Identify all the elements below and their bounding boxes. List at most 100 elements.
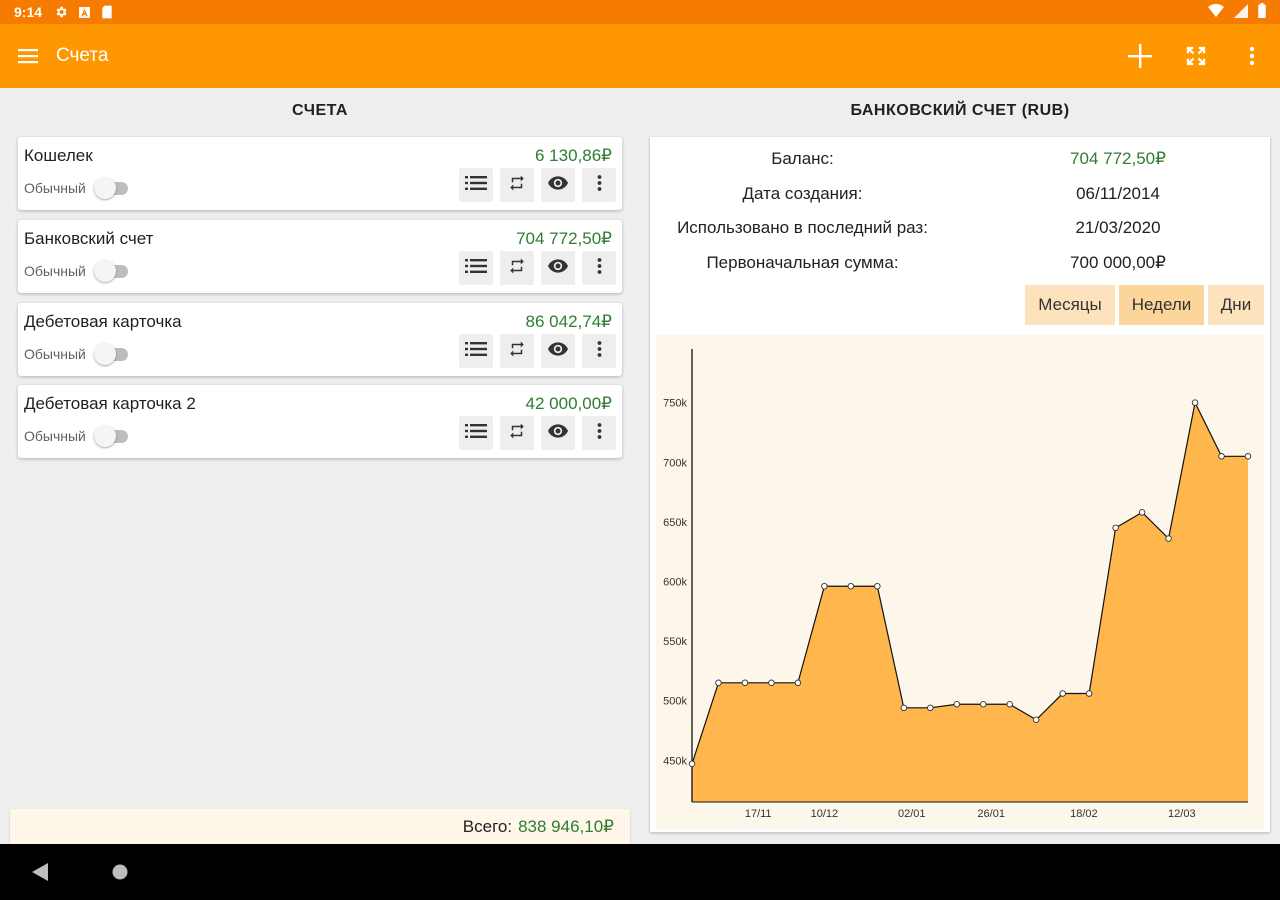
period-days-button[interactable]: Дни	[1208, 285, 1264, 325]
chart-y-tick-label: 700k	[663, 457, 687, 469]
visibility-button[interactable]	[541, 168, 575, 202]
repeat-icon	[508, 174, 526, 197]
accounts-panel-title: СЧЕТА	[292, 102, 348, 119]
account-more-button[interactable]	[582, 251, 616, 285]
chart-data-point	[821, 582, 828, 590]
wifi-icon	[1208, 3, 1224, 21]
visibility-button[interactable]	[541, 251, 575, 285]
menu-icon[interactable]	[0, 24, 56, 88]
chart-x-tick-label: 26/01	[977, 808, 1005, 820]
account-card[interactable]: Кошелек 6 130,86₽ Обычный	[18, 137, 622, 210]
navigation-bar	[0, 844, 1280, 900]
status-time: 9:14	[14, 4, 43, 20]
visibility-button[interactable]	[541, 334, 575, 368]
account-name: Дебетовая карточка 2	[24, 394, 196, 413]
add-icon[interactable]	[1112, 24, 1168, 88]
chart-data-point	[1218, 453, 1225, 460]
account-card[interactable]: Дебетовая карточка 86 042,74₽ Обычный	[18, 303, 622, 376]
chart-x-tick-label: 10/12	[811, 808, 839, 820]
fullscreen-icon[interactable]	[1168, 24, 1224, 88]
account-amount: 42 000,00₽	[525, 394, 612, 413]
account-type-toggle[interactable]	[94, 343, 128, 365]
list-icon	[465, 423, 487, 443]
chart-data-point	[1165, 535, 1172, 542]
chart-y-tick-label: 550k	[663, 636, 687, 648]
account-more-button[interactable]	[582, 334, 616, 368]
info-value: 704 772,50₽	[1070, 149, 1166, 168]
more-vert-icon[interactable]	[1224, 24, 1280, 88]
account-card[interactable]: Банковский счет 704 772,50₽ Обычный	[18, 220, 622, 293]
info-row-balance: Баланс: 704 772,50₽	[650, 149, 1270, 177]
list-icon	[465, 175, 487, 195]
info-row-last-used: Использовано в последний раз: 21/03/2020	[650, 218, 1270, 246]
eye-icon	[548, 341, 568, 361]
chart-data-point	[953, 700, 961, 708]
account-type-label: Обычный	[24, 346, 86, 362]
account-more-button[interactable]	[582, 416, 616, 450]
transactions-list-button[interactable]	[459, 416, 493, 450]
chart-data-point	[927, 704, 934, 712]
info-row-created: Дата создания: 06/11/2014	[650, 184, 1270, 212]
chart-data-point	[715, 679, 722, 687]
transactions-list-button[interactable]	[459, 251, 493, 285]
transactions-list-button[interactable]	[459, 168, 493, 202]
account-more-button[interactable]	[582, 168, 616, 202]
period-months-button[interactable]: Месяцы	[1025, 285, 1115, 325]
chart-area-fill	[692, 402, 1248, 802]
info-label: Использовано в последний раз:	[677, 218, 928, 237]
home-icon[interactable]	[80, 844, 160, 900]
transfer-button[interactable]	[500, 416, 534, 450]
account-type-toggle[interactable]	[94, 260, 128, 282]
chart-x-tick-label: 12/03	[1168, 808, 1196, 820]
info-label: Баланс:	[771, 149, 834, 168]
sd-card-icon	[101, 5, 113, 19]
account-card[interactable]: Дебетовая карточка 2 42 000,00₽ Обычный	[18, 385, 622, 458]
chart-data-point	[847, 582, 855, 590]
battery-icon	[1258, 3, 1266, 21]
info-value: 21/03/2020	[1075, 218, 1161, 237]
list-icon	[465, 341, 487, 361]
transactions-list-button[interactable]	[459, 334, 493, 368]
more-vert-icon	[597, 174, 602, 196]
balance-chart: 450k 500k 550k 600k 650k 700k 750k 17/11 10/12 02…	[656, 335, 1264, 829]
chart-data-point	[688, 760, 696, 768]
visibility-button[interactable]	[541, 416, 575, 450]
transfer-button[interactable]	[500, 251, 534, 285]
chart-data-point	[900, 704, 908, 712]
period-selector: Месяцы Недели Дни	[1025, 285, 1264, 325]
account-amount: 704 772,50₽	[516, 229, 612, 248]
account-name: Дебетовая карточка	[24, 312, 182, 331]
account-type-toggle[interactable]	[94, 177, 128, 199]
status-bar: 9:14	[0, 0, 1280, 24]
a-badge-icon	[78, 6, 91, 19]
info-row-initial-amount: Первоначальная сумма: 700 000,00₽	[650, 253, 1270, 281]
account-type-label: Обычный	[24, 263, 86, 279]
accounts-total: Всего: 838 946,10₽	[10, 809, 630, 844]
repeat-icon	[508, 422, 526, 445]
repeat-icon	[508, 257, 526, 280]
chart-data-point	[741, 679, 749, 687]
chart-data-point	[1191, 399, 1199, 406]
chart-data-point	[1006, 700, 1013, 708]
chart-x-tick-label: 02/01	[898, 808, 926, 820]
transfer-button[interactable]	[500, 168, 534, 202]
period-weeks-button[interactable]: Недели	[1119, 285, 1204, 325]
account-type-toggle[interactable]	[94, 425, 128, 447]
eye-icon	[548, 175, 568, 195]
balance-chart-svg: 450k 500k 550k 600k 650k 700k 750k 17/11 10/12 02…	[663, 349, 1252, 820]
chart-y-tick-label: 450k	[663, 755, 687, 767]
total-label: Всего:	[462, 816, 513, 836]
more-vert-icon	[597, 422, 602, 444]
chart-data-point	[1032, 716, 1040, 723]
chart-data-point	[794, 679, 802, 687]
account-name: Банковский счет	[24, 229, 154, 248]
account-amount: 86 042,74₽	[525, 312, 612, 331]
signal-icon	[1234, 3, 1248, 21]
transfer-button[interactable]	[500, 334, 534, 368]
chart-y-tick-label: 500k	[663, 696, 687, 708]
account-detail-panel: БАНКОВСКИЙ СЧЕТ (RUB) Баланс: 704 772,50…	[640, 88, 1280, 844]
chart-y-tick-label: 650k	[663, 517, 687, 529]
back-icon[interactable]	[0, 844, 80, 900]
info-label: Первоначальная сумма:	[706, 253, 899, 272]
chart-data-point	[1085, 690, 1093, 697]
